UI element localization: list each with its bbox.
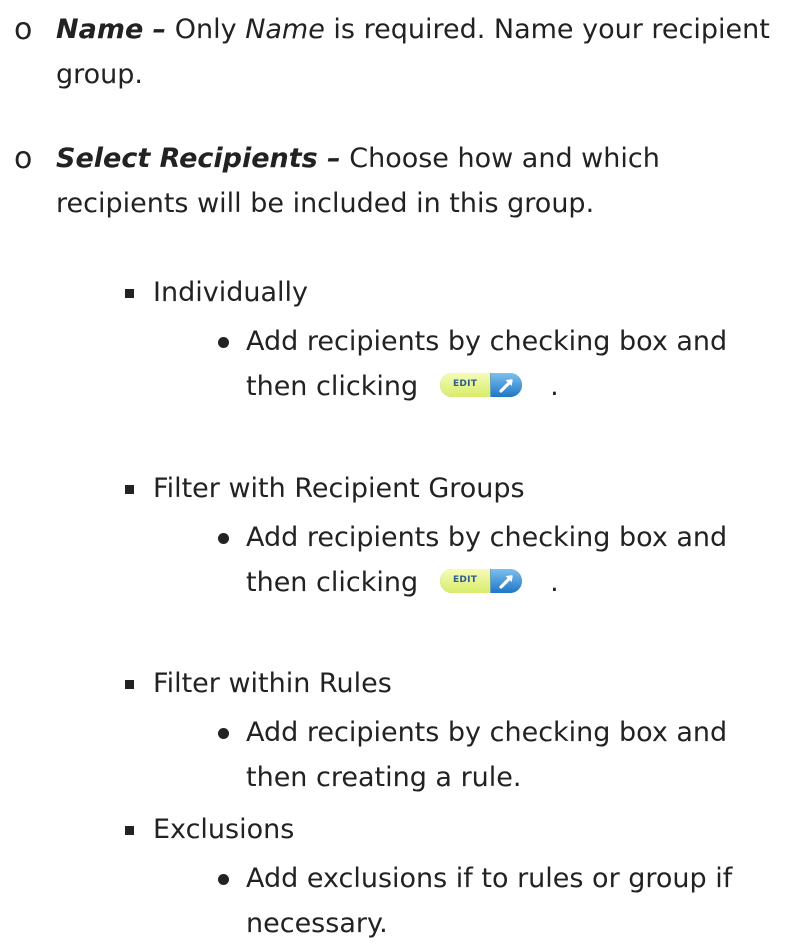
circle-bullet: o (14, 12, 33, 47)
name-text-before: Only (166, 14, 246, 45)
dot-bullet (218, 874, 229, 885)
name-italic-word: Name (245, 14, 325, 45)
square-bullet (125, 826, 134, 835)
sub-item-individually-detail: Add recipients by checking box and then … (246, 319, 796, 409)
sub-item-filter-groups-detail: Add recipients by checking box and then … (246, 515, 796, 605)
edit-button-label: EDIT (452, 379, 478, 389)
document-page: o Name – Only Name is required. Name you… (0, 0, 803, 951)
name-item: Name – Only Name is required. Name your … (56, 7, 776, 97)
detail-period: . (550, 567, 559, 598)
sub-item-filter-rules-detail: Add recipients by checking box and then … (246, 717, 728, 793)
square-bullet (125, 485, 134, 494)
circle-bullet: o (14, 141, 33, 176)
sub-item-exclusions-detail: Add exclusions if to rules or group if n… (246, 863, 733, 939)
dot-bullet (218, 337, 229, 348)
name-term: Name – (56, 14, 167, 45)
square-bullet (125, 680, 134, 689)
edit-button-label: EDIT (452, 575, 478, 585)
diagonal-arrow-icon (498, 574, 513, 589)
select-recipients-item: Select Recipients – Choose how and which… (56, 136, 776, 226)
sub-item-filter-groups: Filter with Recipient Groups (153, 473, 525, 504)
square-bullet (125, 289, 134, 298)
edit-button[interactable]: EDIT (440, 568, 523, 593)
select-recipients-term: Select Recipients – (56, 143, 341, 174)
sub-item-exclusions: Exclusions (153, 814, 295, 845)
sub-item-filter-rules: Filter within Rules (153, 668, 392, 699)
dot-bullet (218, 728, 229, 739)
detail-period: . (550, 371, 559, 402)
sub-item-individually: Individually (153, 277, 308, 308)
dot-bullet (218, 533, 229, 544)
edit-button[interactable]: EDIT (440, 372, 523, 397)
diagonal-arrow-icon (498, 378, 513, 393)
